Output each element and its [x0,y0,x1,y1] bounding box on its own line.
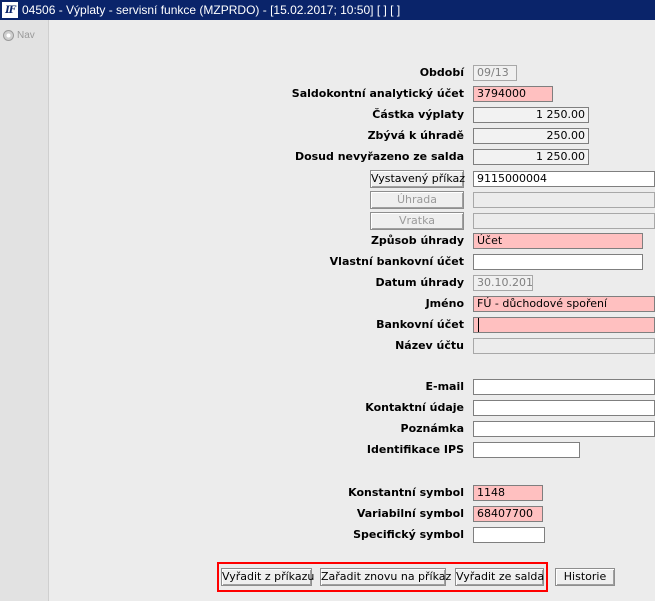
uhrada-field[interactable] [473,192,655,208]
identifikace-ips-field[interactable] [473,442,580,458]
nazev-uctu-label: Název účtu [395,339,464,352]
obdobi-field[interactable]: 09/13 [473,65,517,81]
vratka-field[interactable] [473,213,655,229]
castka-vyplaty-label: Částka výplaty [372,108,464,121]
identifikace-ips-label: Identifikace IPS [366,443,464,456]
nav-panel: Nav [0,20,49,601]
vystaveny-prikaz-field[interactable]: 9115000004 [473,171,655,187]
nav-button[interactable]: Nav [3,30,35,41]
datum-uhrady-field[interactable]: 30.10.2015 [473,275,533,291]
dosud-nevyrazeno-label: Dosud nevyřazeno ze salda [294,150,464,163]
saldokontni-ucet-label: Saldokontní analytický účet [291,87,464,100]
bankovni-ucet-label: Bankovní účet [376,318,464,331]
poznamka-field[interactable] [473,421,655,437]
datum-uhrady-label: Datum úhrady [375,276,465,289]
uhrada-button[interactable]: Úhrada [370,191,464,209]
castka-vyplaty-field[interactable]: 1 250.00 [473,107,589,123]
nav-radio-icon [3,30,14,41]
vratka-button[interactable]: Vratka [370,212,464,230]
nav-label: Nav [17,30,35,41]
obdobi-label: Období [419,66,464,79]
historie-button[interactable]: Historie [555,568,615,586]
variabilni-symbol-field[interactable]: 68407700 [473,506,543,522]
kontaktni-udaje-label: Kontaktní údaje [365,401,464,414]
window-title: 04506 - Výplaty - servisní funkce (MZPRD… [22,3,401,17]
zaradit-znovu-button[interactable]: Zařadit znovu na příkaz [320,568,451,586]
email-label: E-mail [425,380,464,393]
vyradit-ze-salda-button[interactable]: Vyřadit ze salda [455,568,544,586]
bankovni-ucet-field[interactable] [473,317,655,333]
zpusob-uhrady-field[interactable]: Účet [473,233,643,249]
konstantni-symbol-label: Konstantní symbol [348,486,464,499]
zbyva-k-uhrade-field[interactable]: 250.00 [473,128,589,144]
zbyva-k-uhrade-label: Zbývá k úhradě [367,129,464,142]
variabilni-symbol-label: Variabilní symbol [356,507,464,520]
kontaktni-udaje-field[interactable] [473,400,655,416]
konstantni-symbol-field[interactable]: 1148 [473,485,543,501]
dosud-nevyrazeno-field[interactable]: 1 250.00 [473,149,589,165]
email-field[interactable] [473,379,655,395]
zpusob-uhrady-label: Způsob úhrady [370,234,464,247]
jmeno-field[interactable]: FÚ - důchodové spoření [473,296,655,312]
nazev-uctu-field[interactable] [473,338,655,354]
text-cursor [478,318,479,332]
specificky-symbol-field[interactable] [473,527,545,543]
saldokontni-ucet-field[interactable]: 3794000 [473,86,553,102]
vyradit-z-prikazu-button[interactable]: Vyřadit z příkazu [221,568,314,586]
jmeno-label: Jméno [425,297,464,310]
window-titlebar: IF 04506 - Výplaty - servisní funkce (MZ… [0,0,655,20]
vlastni-ucet-label: Vlastní bankovní účet [329,255,464,268]
vlastni-ucet-field[interactable] [473,254,643,270]
app-logo-icon: IF [2,2,18,18]
vystaveny-prikaz-button[interactable]: Vystavený příkaz [370,170,465,188]
poznamka-label: Poznámka [400,422,464,435]
specificky-symbol-label: Specifický symbol [353,528,464,541]
